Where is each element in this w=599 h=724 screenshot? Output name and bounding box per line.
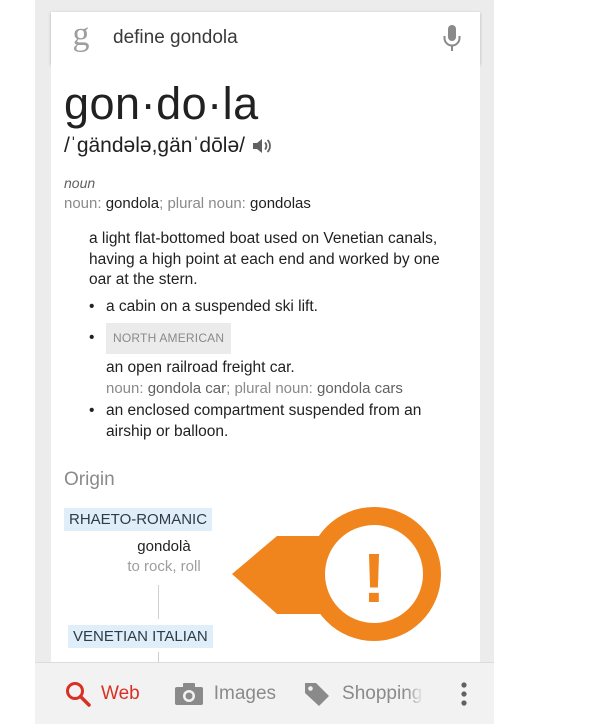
search-bar[interactable]: g define gondola [51,12,480,64]
definition-note: noun: gondola car; plural noun: gondola … [106,378,469,399]
headword: gon·do·la [64,78,259,129]
search-query[interactable]: define gondola [111,27,424,49]
phonetic-line: /ˈgändələ,gänˈdōlə/ [64,134,273,158]
word-forms: noun: gondola; plural noun: gondolas [64,195,311,212]
origin-heading: Origin [64,469,115,490]
noun-form: gondola car [147,380,227,397]
part-of-speech: noun [64,175,96,191]
tab-label: Images [213,682,277,704]
bullet-dot: • [89,329,95,346]
search-icon [66,681,91,707]
definition-bullet: • an enclosed compartment suspended from… [89,400,459,442]
definition-text: an open railroad freight car. [106,359,295,376]
warning-overlay[interactable]: ! [229,506,474,646]
speaker-icon[interactable] [251,136,273,156]
definition-bullet: • NORTH AMERICAN an open railroad freigh… [89,323,469,399]
tag-icon [305,682,330,706]
origin-connector [158,585,159,619]
noun-label: noun: [64,195,106,212]
definition-primary: a light flat-bottomed boat used on Venet… [89,230,440,288]
tab-images[interactable]: Images [174,663,276,724]
plural-label: ; plural noun: [159,195,251,212]
etymon-word: gondolà [137,538,191,555]
bullet-dot: • [89,298,95,315]
origin-language: VENETIAN ITALIAN [68,625,213,648]
etymon-gloss: to rock, roll [127,558,201,575]
definition-card: gon·do·la /ˈgändələ,gänˈdōlə/ noun noun:… [51,64,480,664]
bullet-dot: • [89,402,95,419]
definition-bullet: • a cabin on a suspended ski lift. [89,296,469,317]
exclamation-glyph: ! [362,539,385,617]
exclamation-icon[interactable]: ! [229,506,474,646]
phonetic-spelling: /ˈgändələ,gänˈdōlə/ [64,134,245,157]
microphone-icon[interactable] [424,12,480,64]
origin-language: RHAETO-ROMANIC [64,508,213,531]
definition-text: an enclosed compartment suspended from a… [106,402,422,440]
tab-shopping[interactable]: Shopping [302,663,425,724]
region-tag: NORTH AMERICAN [106,323,232,354]
noun-label: noun: [106,380,148,397]
camera-icon [174,682,203,705]
bottom-nav: Web Images Shopping [35,662,494,724]
plural-label: ; plural noun: [226,380,318,397]
tab-label: Shopping [342,682,423,704]
plural-form: gondolas [250,195,311,212]
google-logo-icon[interactable]: g [51,18,111,52]
plural-form: gondola cars [317,380,403,397]
definition-text: a cabin on a suspended ski lift. [106,298,318,315]
noun-form: gondola [105,195,160,212]
tab-label: Web [101,682,140,704]
phone-screen: g define gondola gon·do·la /ˈgändələ,gän… [35,0,494,724]
more-vert-icon[interactable] [460,663,468,724]
tab-web[interactable]: Web [65,663,140,724]
